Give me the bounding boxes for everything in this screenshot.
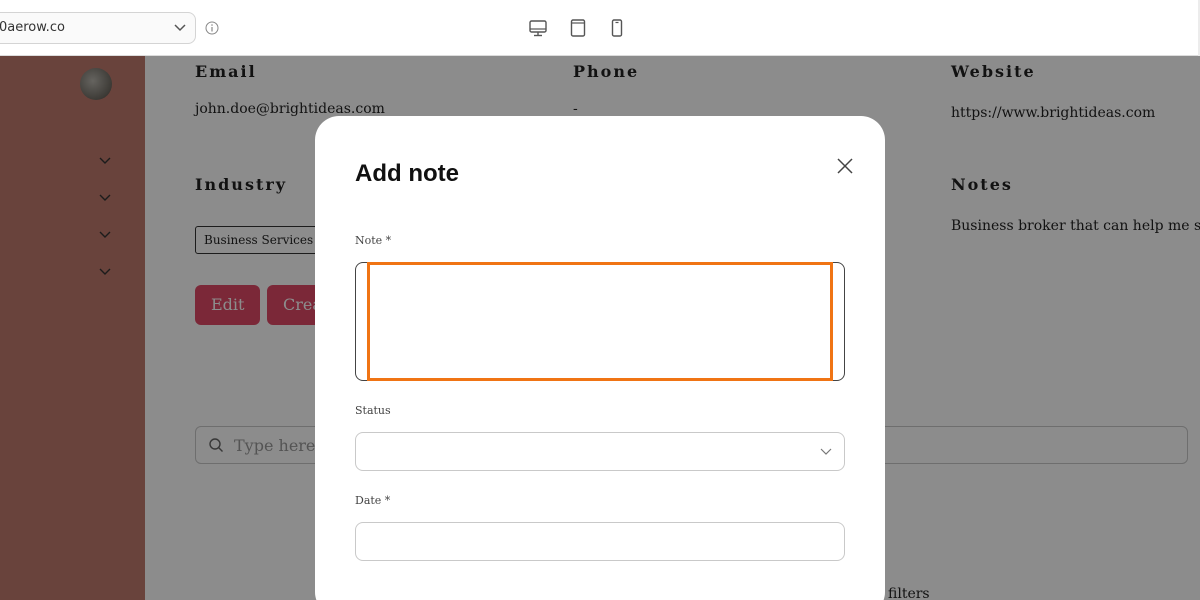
date-label: Date *	[355, 494, 391, 507]
add-note-dialog: Add note Note * Status Date *	[315, 116, 885, 600]
chevron-down-icon	[820, 448, 832, 455]
dialog-title: Add note	[355, 160, 459, 187]
site-url-select[interactable]: 0aerow.co	[0, 12, 196, 44]
note-label: Note *	[355, 234, 392, 247]
info-icon[interactable]	[205, 21, 219, 35]
tablet-icon[interactable]	[568, 18, 588, 38]
site-url-value: 0aerow.co	[0, 20, 65, 35]
desktop-icon[interactable]	[528, 18, 548, 38]
status-label: Status	[355, 404, 391, 417]
date-field[interactable]	[355, 522, 845, 561]
note-textarea[interactable]	[355, 262, 845, 381]
status-select[interactable]	[355, 432, 845, 471]
chevron-down-icon	[174, 24, 186, 32]
preview-toolbar: 0aerow.co	[0, 0, 1200, 56]
phone-icon[interactable]	[607, 18, 627, 38]
close-icon[interactable]	[835, 156, 855, 176]
